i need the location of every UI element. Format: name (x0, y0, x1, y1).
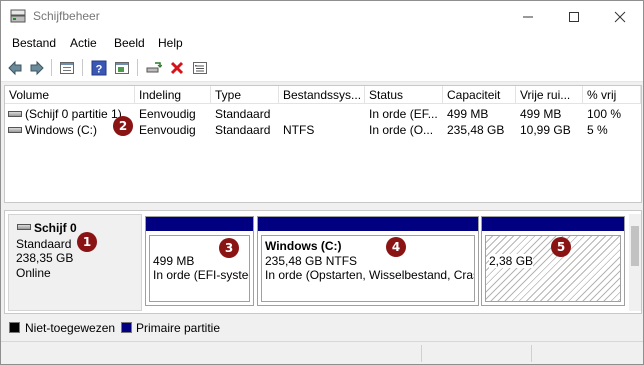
menu-bestand[interactable]: Bestand (12, 36, 56, 50)
legend-unallocated: Niet-toegewezen (25, 321, 116, 335)
column-header-status[interactable]: Status (365, 86, 443, 104)
callout-marker: 4 (386, 237, 406, 257)
column-header-bestandssysteem[interactable]: Bestandssys... (279, 86, 365, 104)
toolbar: ? (1, 54, 643, 82)
column-header-pct-vrij[interactable]: % vrij (583, 86, 641, 104)
type-cell: Standaard (215, 123, 271, 137)
menu-help[interactable]: Help (158, 36, 183, 50)
free-space-cell: 10,99 GB (520, 123, 571, 137)
back-button[interactable] (5, 58, 25, 78)
column-header-type[interactable]: Type (211, 86, 279, 104)
partition-body: Windows (C:) 235,48 GB NTFS In orde (Ops… (261, 235, 475, 302)
close-button[interactable] (597, 1, 643, 32)
partition-status: In orde (Opstarten, Wisselbestand, Crasl (265, 268, 475, 282)
column-header-vrije-ruimte[interactable]: Vrije rui... (516, 86, 583, 104)
window-title: Schijfbeheer (33, 9, 100, 23)
toolbar-separator (82, 59, 83, 76)
scrollbar-thumb[interactable] (631, 226, 639, 266)
callout-marker: 5 (551, 237, 571, 257)
menu-bar: Bestand Actie Beeld Help (1, 32, 643, 54)
maximize-icon (569, 12, 579, 22)
column-header-indeling[interactable]: Indeling (135, 86, 211, 104)
capacity-cell: 235,48 GB (447, 123, 505, 137)
partition-size: 2,38 GB (489, 254, 534, 268)
legend-unallocated-swatch (9, 322, 20, 333)
toolbar-separator (51, 59, 52, 76)
pct-free-cell: 5 % (587, 123, 608, 137)
properties-button[interactable] (57, 58, 77, 78)
legend-primary: Primaire partitie (136, 321, 221, 335)
column-header-volume[interactable]: Volume (5, 86, 135, 104)
delete-icon (170, 61, 184, 75)
connect-disk-icon (146, 62, 162, 73)
callout-marker: 3 (219, 238, 239, 258)
disk-management-window: Schijfbeheer Bestand Actie Beeld Help ? (0, 0, 644, 365)
menu-actie[interactable]: Actie (70, 36, 97, 50)
status-bar (1, 341, 643, 364)
settings-list-button[interactable] (190, 58, 210, 78)
status-cell: In orde (O... (369, 123, 434, 137)
disk-map: Schijf 0 Standaard 238,35 GB Online 499 … (4, 210, 642, 314)
partition-title: Windows (C:) (265, 239, 342, 253)
menu-beeld[interactable]: Beeld (114, 36, 145, 50)
partition-status: In orde (EFI-systee (153, 268, 250, 282)
partition-unallocated[interactable]: 2,38 GB (481, 216, 625, 306)
disk-state: Online (16, 266, 51, 280)
disk-size: 238,35 GB (16, 251, 74, 265)
indeling-cell: Eenvoudig (139, 107, 196, 121)
maximize-button[interactable] (551, 1, 597, 32)
legend: Niet-toegewezen Primaire partitie (1, 317, 643, 339)
legend-primary-swatch (121, 322, 132, 333)
filesystem-cell: NTFS (283, 123, 315, 137)
pane-splitter[interactable] (1, 204, 643, 209)
disk-0-label[interactable]: Schijf 0 Standaard 238,35 GB Online (8, 214, 142, 311)
properties-list-icon (60, 62, 74, 74)
action-pane-button[interactable] (112, 58, 132, 78)
disk-name: Schijf 0 (34, 221, 77, 235)
drive-icon (17, 224, 31, 230)
svg-text:?: ? (96, 64, 103, 76)
disk-type: Standaard (16, 237, 72, 251)
disk-name-row: Schijf 0 (17, 221, 77, 235)
drive-icon (8, 127, 22, 133)
table-row[interactable]: Windows (C:) Eenvoudig Standaard NTFS In… (5, 122, 641, 138)
drive-icon (8, 111, 22, 117)
action-pane-icon (115, 62, 129, 74)
free-space-cell: 499 MB (520, 107, 562, 121)
indeling-cell: Eenvoudig (139, 123, 196, 137)
disk-management-icon (10, 9, 26, 23)
capacity-cell: 499 MB (447, 107, 489, 121)
partition-bar (258, 217, 478, 231)
minimize-button[interactable] (505, 1, 551, 32)
partition-bar (482, 217, 624, 231)
back-arrow-icon (8, 60, 22, 76)
partition-efi[interactable]: 499 MB In orde (EFI-systee (145, 216, 254, 306)
connect-disk-button[interactable] (144, 58, 164, 78)
volume-list: Volume Indeling Type Bestandssys... Stat… (4, 85, 642, 203)
partition-bar (146, 217, 253, 231)
toolbar-separator (137, 59, 138, 76)
status-divider (531, 345, 532, 362)
forward-arrow-icon (30, 60, 44, 76)
partition-size: 235,48 GB NTFS (265, 254, 358, 268)
minimize-icon (523, 16, 533, 18)
status-divider (421, 345, 422, 362)
partition-size: 499 MB (153, 254, 195, 268)
callout-marker: 1 (77, 232, 97, 252)
title-bar: Schijfbeheer (1, 1, 643, 32)
partition-windows[interactable]: Windows (C:) 235,48 GB NTFS In orde (Ops… (257, 216, 479, 306)
pct-free-cell: 100 % (587, 107, 622, 121)
settings-list-icon (193, 62, 207, 74)
table-row[interactable]: (Schijf 0 partitie 1) Eenvoudig Standaar… (5, 106, 641, 122)
forward-button[interactable] (27, 58, 47, 78)
help-icon: ? (91, 60, 107, 76)
close-icon (614, 11, 626, 23)
status-cell: In orde (EF... (369, 107, 438, 121)
delete-button[interactable] (167, 58, 187, 78)
help-button[interactable]: ? (89, 58, 109, 78)
disk-map-scrollbar[interactable] (629, 214, 641, 311)
column-header-capaciteit[interactable]: Capaciteit (443, 86, 516, 104)
callout-marker: 2 (113, 116, 133, 136)
type-cell: Standaard (215, 107, 271, 121)
